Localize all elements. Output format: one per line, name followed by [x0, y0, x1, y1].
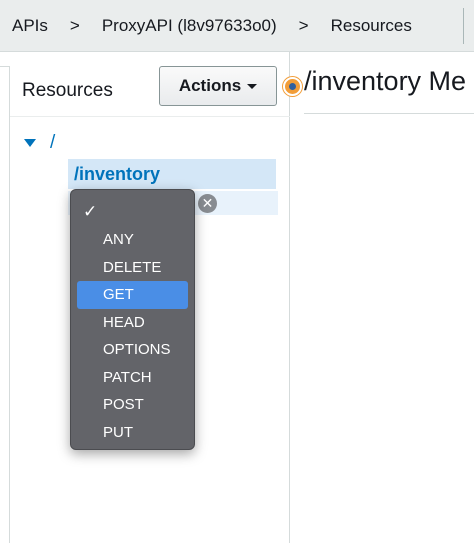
status-indicator-core	[289, 83, 296, 90]
resources-title: Resources	[22, 80, 113, 101]
method-detail-panel: /inventory Me	[283, 52, 474, 543]
tree-item-root-label: /	[50, 132, 56, 153]
method-option-head[interactable]: HEAD	[77, 309, 188, 337]
actions-button[interactable]: Actions	[159, 66, 277, 106]
panel-divider	[10, 116, 290, 117]
page-title: /inventory Me	[304, 66, 467, 96]
api-gateway-resources-page: APIs > ProxyAPI (l8v97633o0) > Resources…	[0, 0, 474, 543]
checkmark-icon: ✓	[83, 202, 98, 221]
breadcrumb: APIs > ProxyAPI (l8v97633o0) > Resources	[0, 0, 474, 52]
status-indicator-icon	[283, 77, 302, 96]
method-option-post[interactable]: POST	[77, 391, 188, 419]
tree-item-inventory[interactable]: /inventory	[68, 159, 276, 189]
breadcrumb-separator: >	[69, 15, 80, 35]
heading-divider	[304, 113, 474, 114]
method-option-patch[interactable]: PATCH	[77, 364, 188, 392]
method-option-get[interactable]: GET	[77, 281, 188, 309]
breadcrumb-apis[interactable]: APIs	[12, 16, 48, 36]
close-circle-icon[interactable]: ✕	[198, 194, 217, 213]
breadcrumb-resources: Resources	[330, 15, 412, 35]
breadcrumb-edge-divider	[463, 8, 464, 44]
method-options: ANY DELETE GET HEAD OPTIONS PATCH POST P…	[77, 226, 188, 446]
method-option-any[interactable]: ANY	[77, 226, 188, 254]
tree-item-root[interactable]: /	[24, 130, 55, 156]
triangle-down-icon[interactable]	[24, 139, 36, 147]
method-option-delete[interactable]: DELETE	[77, 254, 188, 282]
breadcrumb-api-name[interactable]: ProxyAPI (l8v97633o0)	[102, 16, 277, 36]
method-option-options[interactable]: OPTIONS	[77, 336, 188, 364]
method-dropdown[interactable]: ✓ ANY DELETE GET HEAD OPTIONS PATCH POST…	[70, 189, 195, 450]
breadcrumb-separator: >	[298, 15, 309, 35]
method-option-put[interactable]: PUT	[77, 419, 188, 447]
panel-left-edge	[9, 66, 10, 543]
tree-item-inventory-label: /inventory	[74, 163, 161, 184]
caret-down-icon	[247, 83, 258, 89]
actions-button-label: Actions	[178, 76, 242, 95]
